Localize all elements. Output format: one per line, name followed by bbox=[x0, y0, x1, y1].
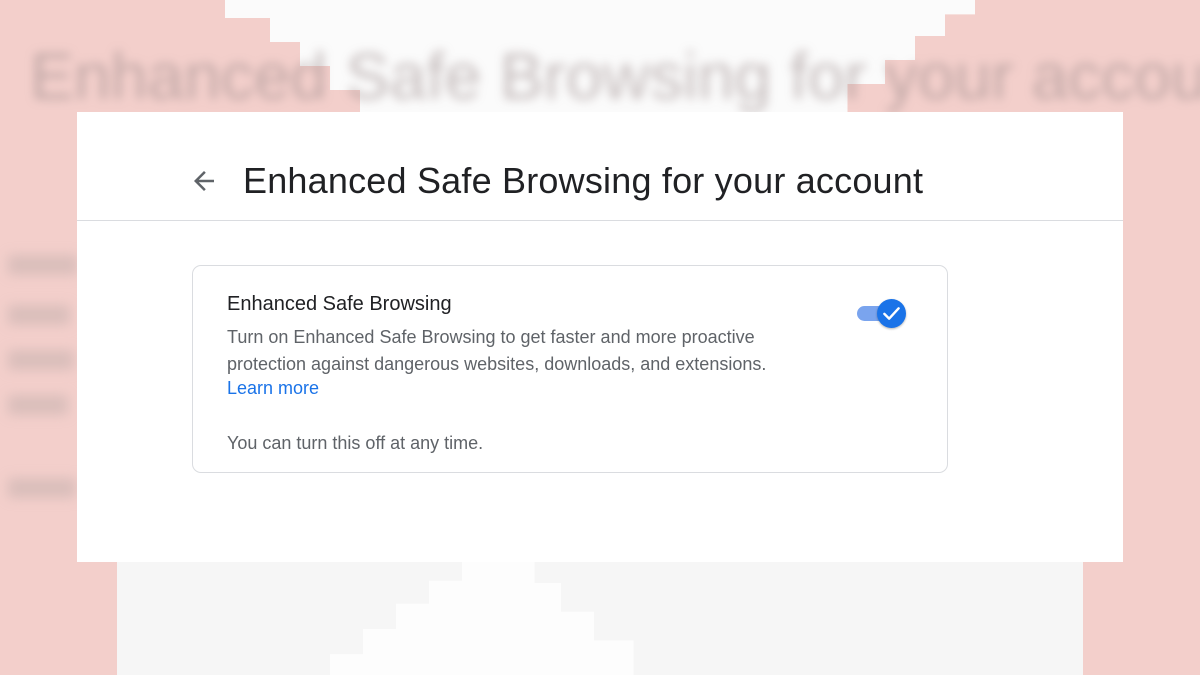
page-title: Enhanced Safe Browsing for your account bbox=[243, 160, 924, 201]
settings-panel: Enhanced Safe Browsing for your account … bbox=[77, 112, 1123, 562]
enhanced-safe-browsing-toggle[interactable] bbox=[855, 298, 907, 328]
back-button[interactable] bbox=[189, 166, 219, 196]
setting-title: Enhanced Safe Browsing bbox=[227, 293, 452, 315]
toggle-knob bbox=[877, 299, 906, 328]
setting-footnote: You can turn this off at any time. bbox=[227, 433, 484, 453]
learn-more-link[interactable]: Learn more bbox=[227, 378, 319, 399]
setting-description: Turn on Enhanced Safe Browsing to get fa… bbox=[227, 327, 767, 374]
background-blurred-line bbox=[8, 255, 78, 275]
background-blurred-line bbox=[8, 395, 68, 415]
background-blurred-line bbox=[8, 478, 76, 498]
background-blurred-line bbox=[8, 305, 70, 325]
checkmark-icon bbox=[883, 307, 900, 320]
enhanced-safe-browsing-card: Enhanced Safe Browsing Turn on Enhanced … bbox=[192, 265, 948, 473]
background-blurred-title: Enhanced Safe Browsing for your account bbox=[30, 39, 1200, 113]
page-header: Enhanced Safe Browsing for your account bbox=[77, 112, 1123, 221]
background-blurred-line bbox=[8, 350, 74, 370]
arrow-left-icon bbox=[194, 171, 214, 191]
